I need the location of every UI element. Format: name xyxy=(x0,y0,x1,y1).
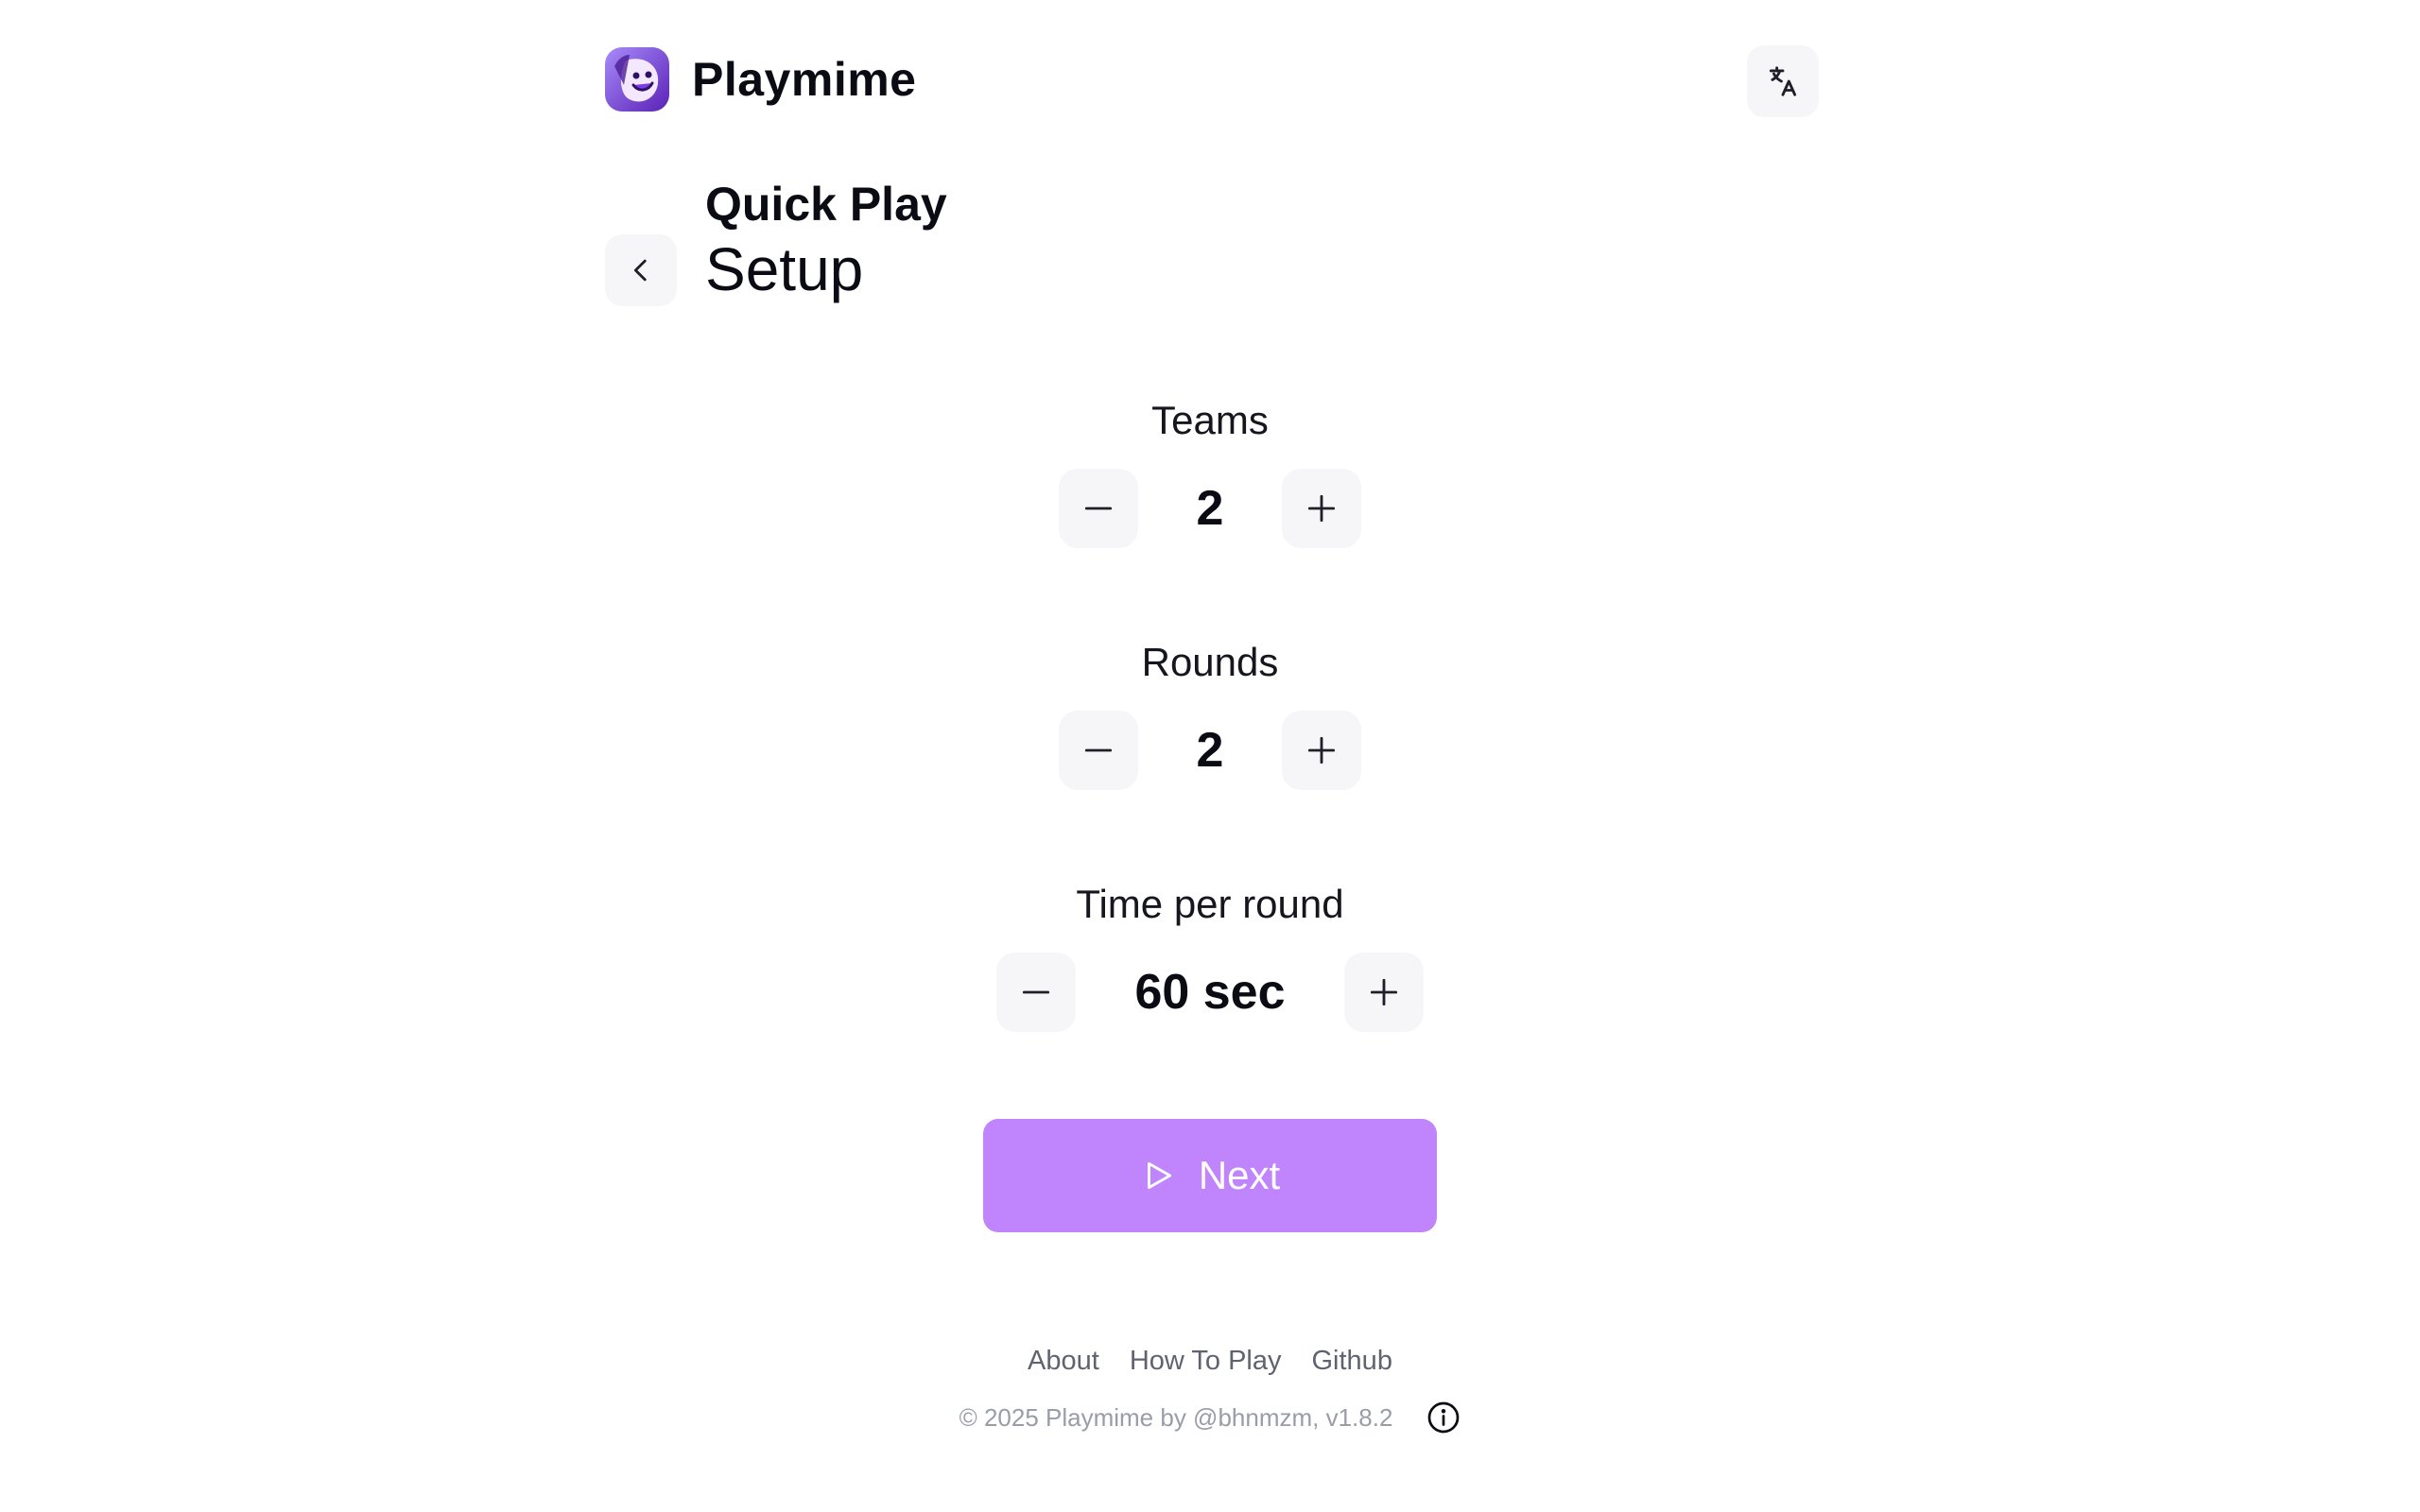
footer-copyright-row: © 2025 Playmime by @bhnmzm, v1.8.2 xyxy=(0,1400,2420,1435)
rounds-increase-button[interactable] xyxy=(1282,711,1361,790)
teams-decrease-button[interactable] xyxy=(1059,469,1138,548)
time-label: Time per round xyxy=(1076,882,1344,926)
teams-increase-button[interactable] xyxy=(1282,469,1361,548)
page-title: Quick Play xyxy=(705,178,947,231)
chevron-left-icon xyxy=(633,259,647,282)
back-button[interactable] xyxy=(605,234,677,306)
teams-label: Teams xyxy=(1151,398,1269,442)
rounds-decrease-button[interactable] xyxy=(1059,711,1138,790)
time-value: 60 sec xyxy=(1134,965,1286,1020)
rounds-stepper: 2 xyxy=(0,711,2420,790)
rounds-label: Rounds xyxy=(1141,640,1279,684)
copyright-text: © 2025 Playmime by @bhnmzm, v1.8.2 xyxy=(959,1402,1393,1432)
next-button[interactable]: Next xyxy=(983,1119,1437,1232)
minus-icon xyxy=(1084,507,1113,510)
brand[interactable]: Playmime xyxy=(605,47,916,112)
rounds-setting: Rounds 2 xyxy=(0,639,2420,790)
teams-stepper: 2 xyxy=(0,469,2420,548)
teams-setting: Teams 2 xyxy=(0,397,2420,548)
time-stepper: 60 sec xyxy=(0,953,2420,1032)
time-increase-button[interactable] xyxy=(1344,953,1424,1032)
app-name: Playmime xyxy=(692,53,917,106)
play-icon xyxy=(1147,1161,1171,1190)
footer-link-github[interactable]: Github xyxy=(1312,1346,1392,1377)
teams-value: 2 xyxy=(1196,481,1224,536)
mime-face-logo-icon xyxy=(605,47,669,112)
minus-icon xyxy=(1022,990,1050,994)
plus-icon xyxy=(1370,978,1398,1006)
rounds-value: 2 xyxy=(1196,723,1224,778)
footer-links: About How To Play Github xyxy=(0,1346,2420,1377)
plus-icon xyxy=(1307,494,1336,523)
plus-icon xyxy=(1307,736,1336,765)
footer-link-how-to-play[interactable]: How To Play xyxy=(1130,1346,1282,1377)
next-label: Next xyxy=(1198,1153,1281,1197)
translate-icon xyxy=(1769,66,1797,96)
info-circle-icon[interactable] xyxy=(1426,1400,1461,1435)
page-subtitle: Setup xyxy=(705,235,864,303)
time-decrease-button[interactable] xyxy=(996,953,1076,1032)
minus-icon xyxy=(1084,748,1113,752)
time-setting: Time per round 60 sec xyxy=(0,881,2420,1032)
footer-link-about[interactable]: About xyxy=(1028,1346,1099,1377)
quick-play-setup-page: Playmime Quick Play Setup Teams 2 Rounds… xyxy=(0,0,2420,1512)
language-button[interactable] xyxy=(1747,45,1819,117)
